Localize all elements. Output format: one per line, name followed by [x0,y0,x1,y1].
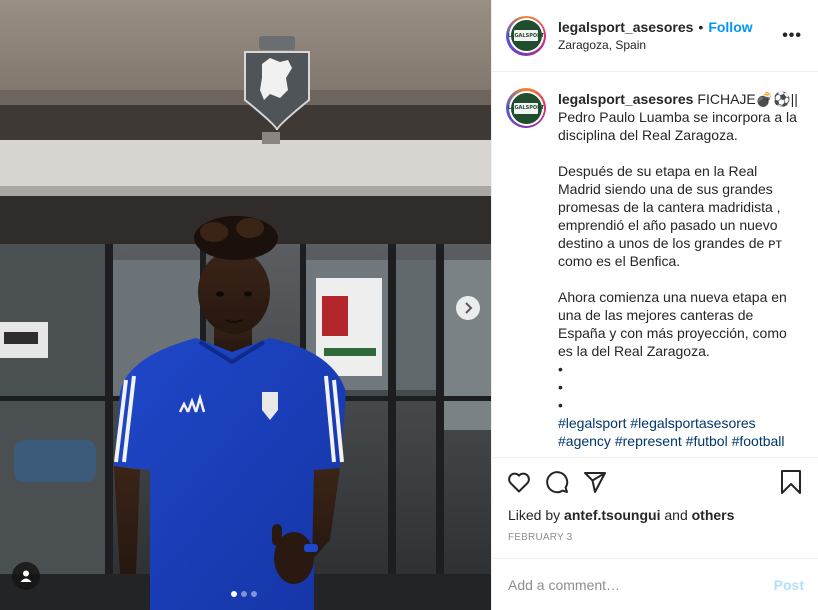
comment-bar: Post [492,558,818,610]
header-text: legalsport_asesores • Follow Zaragoza, S… [558,19,782,52]
caption-body: Pedro Paulo Luamba se incorpora a la dis… [558,109,797,413]
header-separator: • [698,19,704,35]
caption-text: legalsport_asesores FICHAJE💣⚽|| Pedro Pau… [558,90,802,414]
hashtag-link[interactable]: #legalsportasesores [630,415,755,431]
comment-icon [546,471,569,494]
carousel-dot [241,591,247,597]
likes-joiner: and [664,507,688,523]
post-location[interactable]: Zaragoza, Spain [558,38,782,52]
save-button[interactable] [778,469,804,495]
share-icon [584,472,606,493]
hashtag-link[interactable]: #futbol [686,433,728,449]
likes-summary: Liked by antef.tsoungui and others [492,506,818,524]
hashtag-link[interactable]: #agency [558,433,611,449]
caption-area: LEGALSPORT legalsport_asesores FICHAJE💣⚽|… [492,72,818,457]
user-tag-icon [20,570,32,582]
follow-button[interactable]: Follow [708,19,752,35]
caption-avatar: LEGALSPORT [508,90,544,126]
like-button[interactable] [506,469,532,495]
header-username[interactable]: legalsport_asesores [558,19,693,35]
instagram-post-dialog: LEGALSPORT legalsport_asesores • Follow … [0,0,818,610]
likes-prefix: Liked by [508,507,561,523]
more-options-button[interactable]: ••• [782,27,802,45]
story-ring[interactable]: LEGALSPORT [506,15,546,56]
action-bar [492,458,818,506]
carousel-dot [231,591,237,597]
more-options-icon: ••• [782,26,802,44]
post-footer: Liked by antef.tsoungui and others FEBRU… [492,457,818,558]
heart-icon [508,472,530,493]
tagged-users-button[interactable] [12,562,40,590]
caption: legalsport_asesores FICHAJE💣⚽|| Pedro Pau… [558,90,802,457]
hashtag-link[interactable]: #legalsport [558,415,627,431]
hashtags: #legalsport #legalsportasesores #agency … [558,414,802,450]
caption-story-ring[interactable]: LEGALSPORT [506,88,546,128]
legalsport-logo-icon: LEGALSPORT [508,20,544,51]
caption-lead: FICHAJE💣⚽|| [697,91,798,107]
photo-scene [0,0,491,610]
avatar-logo-text: LEGALSPORT [508,30,544,41]
caption-avatar-logo-text: LEGALSPORT [508,102,544,114]
comment-input[interactable] [508,576,774,593]
post-comment-button[interactable]: Post [774,577,804,593]
chevron-right-icon [465,302,473,314]
caption-username[interactable]: legalsport_asesores [558,91,693,107]
post-date[interactable]: FEBRUARY 3 [492,532,818,558]
comment-button[interactable] [544,469,570,495]
avatar: LEGALSPORT [508,18,544,53]
carousel-dot [251,591,257,597]
post-side-panel: LEGALSPORT legalsport_asesores • Follow … [491,0,818,610]
liked-by-others-link[interactable]: others [692,507,735,523]
legalsport-logo-icon: LEGALSPORT [508,92,544,124]
carousel-indicator [231,591,257,597]
hashtag-link[interactable]: #represent [615,433,682,449]
hashtag-link[interactable]: #football [732,433,785,449]
share-button[interactable] [582,469,608,495]
bookmark-icon [781,470,801,494]
post-photo[interactable] [0,0,491,610]
post-header: LEGALSPORT legalsport_asesores • Follow … [492,0,818,72]
header-row: legalsport_asesores • Follow [558,19,782,35]
carousel-next-button[interactable] [456,296,480,320]
liked-by-user-link[interactable]: antef.tsoungui [564,507,660,523]
